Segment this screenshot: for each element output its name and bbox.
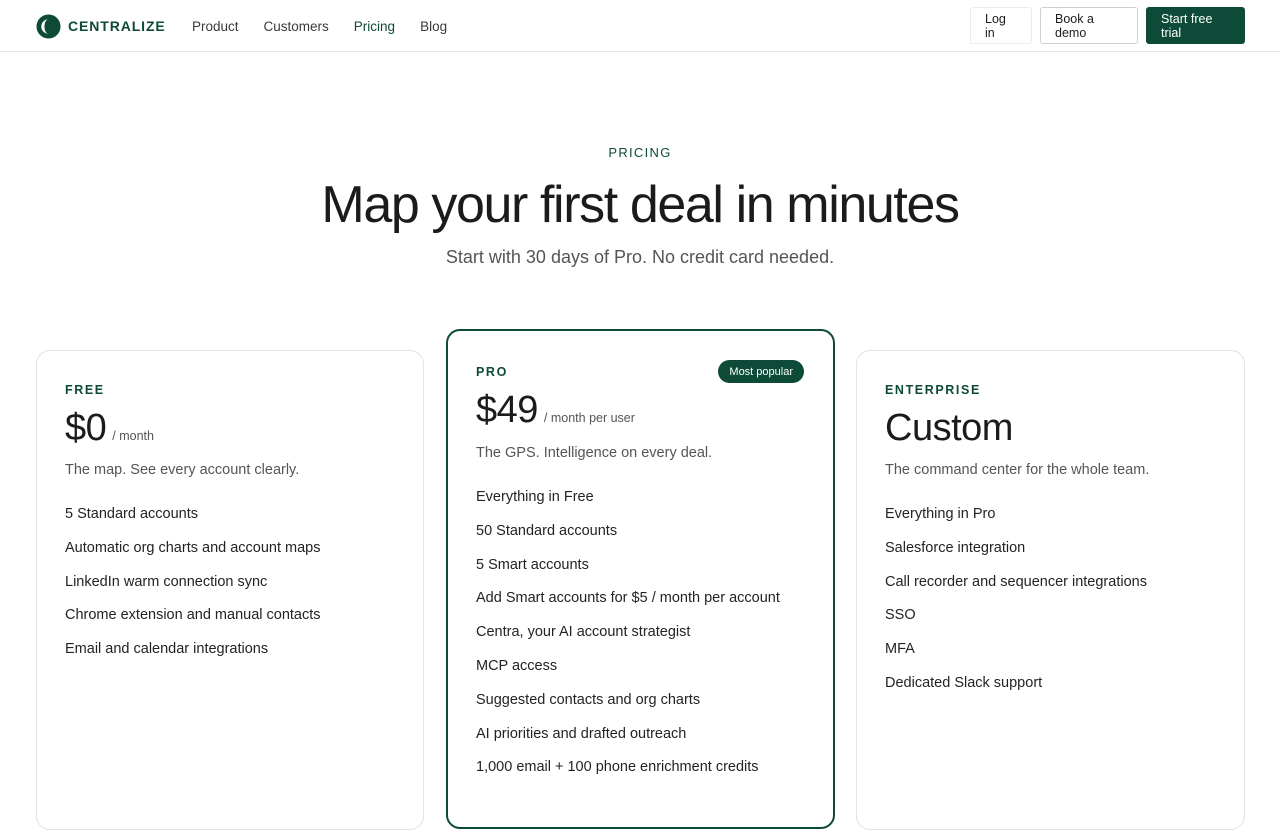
page-title: Map your first deal in minutes xyxy=(321,176,960,234)
plan-feature: MCP access xyxy=(476,657,558,674)
brand-name: CENTRALIZE xyxy=(68,18,166,34)
plan-feature: Chrome extension and manual contacts xyxy=(65,607,321,624)
most-popular-badge: Most popular xyxy=(718,360,804,383)
plan-feature: Email and calendar integrations xyxy=(65,641,269,658)
plan-feature: SSO xyxy=(885,607,916,624)
plan-price: Custom xyxy=(885,407,1013,449)
plan-feature: Everything in Pro xyxy=(885,506,996,522)
plan-price-period: / month xyxy=(112,429,154,443)
plan-feature: Everything in Free xyxy=(476,489,594,505)
plan-price: $0 xyxy=(65,407,107,449)
plan-description: The GPS. Intelligence on every deal. xyxy=(476,445,713,461)
plan-feature: LinkedIn warm connection sync xyxy=(65,573,268,590)
plan-feature: Add Smart accounts for $5 / month per ac… xyxy=(476,590,780,607)
login-button[interactable]: Log in xyxy=(970,7,1032,44)
plan-feature-list: Everything in Pro Salesforce integration… xyxy=(885,505,1147,708)
plan-description: The command center for the whole team. xyxy=(885,462,1150,478)
plan-price: $49 xyxy=(476,389,538,431)
plan-feature: Centra, your AI account strategist xyxy=(476,624,691,641)
plan-feature: 50 Standard accounts xyxy=(476,522,618,539)
nav-item-pricing[interactable]: Pricing xyxy=(354,19,395,34)
plan-tier: ENTERPRISE xyxy=(885,383,981,397)
brand-logo-icon xyxy=(36,13,61,39)
brand-logo[interactable]: CENTRALIZE xyxy=(36,13,166,39)
section-eyebrow: PRICING xyxy=(608,145,672,160)
plan-price-row: Custom xyxy=(885,407,1013,450)
main-nav: Product Customers Pricing Blog xyxy=(192,0,447,52)
plan-feature: Dedicated Slack support xyxy=(885,674,1043,691)
plan-price-row: $49 / month per user xyxy=(476,389,635,432)
plan-description: The map. See every account clearly. xyxy=(65,462,300,478)
plan-feature-list: 5 Standard accounts Automatic org charts… xyxy=(65,505,321,674)
plan-card-enterprise: ENTERPRISE Custom The command center for… xyxy=(856,350,1245,830)
plan-card-pro: PRO Most popular $49 / month per user Th… xyxy=(446,329,835,829)
plan-feature: Salesforce integration xyxy=(885,539,1026,556)
nav-item-customers[interactable]: Customers xyxy=(264,19,329,34)
plan-feature: 5 Smart accounts xyxy=(476,556,589,573)
plan-feature: 5 Standard accounts xyxy=(65,506,199,522)
page-subtitle: Start with 30 days of Pro. No credit car… xyxy=(445,247,835,267)
plan-feature: Automatic org charts and account maps xyxy=(65,539,321,556)
plan-tier: FREE xyxy=(65,383,105,397)
plan-feature: Suggested contacts and org charts xyxy=(476,691,701,708)
plan-feature: AI priorities and drafted outreach xyxy=(476,725,687,742)
plan-card-free: FREE $0 / month The map. See every accou… xyxy=(36,350,424,830)
nav-item-product[interactable]: Product xyxy=(192,19,239,34)
plan-feature: 1,000 email + 100 phone enrichment credi… xyxy=(476,759,759,776)
plan-price-row: $0 / month xyxy=(65,407,154,450)
plan-tier: PRO xyxy=(476,365,508,379)
plan-feature-list: Everything in Free 50 Standard accounts … xyxy=(476,488,780,792)
plan-price-period: / month per user xyxy=(543,411,635,425)
book-demo-button[interactable]: Book a demo xyxy=(1040,7,1138,44)
top-navigation-bar: CENTRALIZE Product Customers Pricing Blo… xyxy=(0,0,1280,52)
start-free-trial-button[interactable]: Start free trial xyxy=(1146,7,1245,44)
plan-feature: MFA xyxy=(885,641,915,658)
plan-feature: Call recorder and sequencer integrations xyxy=(885,573,1147,590)
nav-item-blog[interactable]: Blog xyxy=(420,19,447,34)
header-actions: Log in Book a demo Start free trial xyxy=(970,7,1245,44)
